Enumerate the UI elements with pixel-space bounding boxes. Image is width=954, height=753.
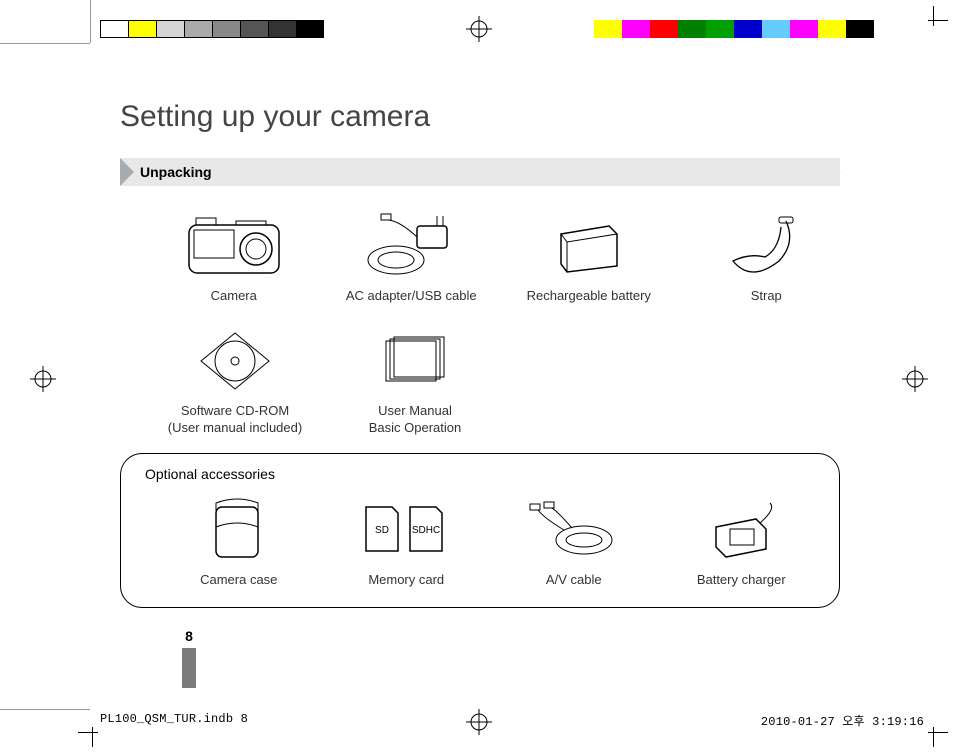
battery-icon — [515, 206, 663, 286]
item-label: Battery charger — [668, 572, 816, 589]
items-row-1: Camera AC adapter/USB cable Rechargeable… — [120, 206, 840, 305]
sdhc-label: SDHC — [412, 525, 440, 536]
item-label: Camera — [160, 288, 308, 305]
sd-label: SD — [375, 525, 389, 536]
print-color-bars — [0, 20, 954, 38]
item-label: Memory card — [333, 572, 481, 589]
item-manual: User Manual Basic Operation — [340, 321, 490, 437]
charger-icon — [668, 490, 816, 570]
item-label: Strap — [693, 288, 841, 305]
item-label: Camera case — [165, 572, 313, 589]
optional-title: Optional accessories — [145, 466, 815, 482]
label-line1: Software CD-ROM — [181, 403, 289, 418]
page-title: Setting up your camera — [120, 100, 840, 134]
items-row-2: Software CD-ROM (User manual included) U… — [120, 321, 840, 437]
item-label: User Manual Basic Operation — [340, 403, 490, 437]
print-footer: PL100_QSM_TUR.indb 8 2010-01-27 오후 3:19:… — [100, 712, 924, 729]
cdrom-icon — [160, 321, 310, 401]
strap-icon — [693, 206, 841, 286]
registration-mark-right — [902, 366, 924, 388]
item-camera-case: Camera case — [165, 490, 313, 589]
item-battery-charger: Battery charger — [668, 490, 816, 589]
page-number-tab: 8 — [182, 628, 196, 688]
sd-card-icon: SD SDHC — [333, 490, 481, 570]
camera-icon — [160, 206, 308, 286]
label-line1: User Manual — [378, 403, 452, 418]
item-av-cable: A/V cable — [500, 490, 648, 589]
item-label: AC adapter/USB cable — [338, 288, 486, 305]
item-label: A/V cable — [500, 572, 648, 589]
footer-filename: PL100_QSM_TUR.indb 8 — [100, 712, 248, 729]
item-cdrom: Software CD-ROM (User manual included) — [160, 321, 310, 437]
item-battery: Rechargeable battery — [515, 206, 663, 305]
adapter-icon — [338, 206, 486, 286]
arrow-icon — [828, 166, 836, 178]
item-strap: Strap — [693, 206, 841, 305]
item-memory-card: SD SDHC Memory card — [333, 490, 481, 589]
item-label: Rechargeable battery — [515, 288, 663, 305]
section-heading-bar: Unpacking — [120, 158, 840, 186]
footer-date: 2010-01-27 오후 3:19:16 — [761, 712, 924, 729]
trim-line — [0, 709, 90, 710]
page-tab-marker — [182, 648, 196, 688]
registration-mark-left — [30, 366, 52, 388]
section-heading-text: Unpacking — [140, 164, 212, 180]
label-line2: (User manual included) — [168, 420, 302, 435]
trim-line — [0, 43, 90, 44]
case-icon — [165, 490, 313, 570]
optional-accessories-box: Optional accessories Camera case SD SDHC — [120, 453, 840, 608]
item-label: Software CD-ROM (User manual included) — [160, 403, 310, 437]
manual-icon — [340, 321, 490, 401]
item-camera: Camera — [160, 206, 308, 305]
page-number: 8 — [182, 628, 196, 644]
item-ac-adapter: AC adapter/USB cable — [338, 206, 486, 305]
cable-icon — [500, 490, 648, 570]
label-line2: Basic Operation — [369, 420, 462, 435]
